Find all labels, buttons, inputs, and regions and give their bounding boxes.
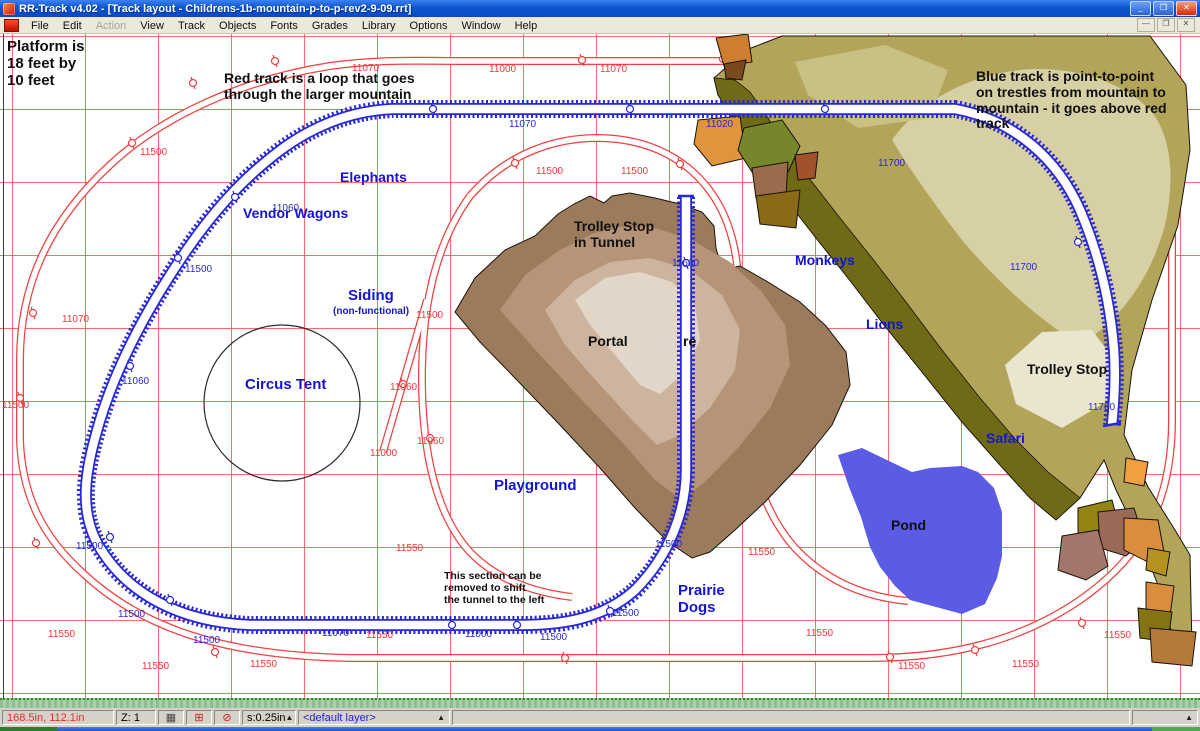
menu-objects[interactable]: Objects: [212, 18, 263, 33]
status-bar: 168.5in, 112.1in Z: 1 ▦ ⊞ ⊘ s:0.25in ▲ <…: [0, 708, 1200, 727]
minimize-button[interactable]: _: [1130, 1, 1151, 16]
menu-file[interactable]: File: [24, 18, 56, 33]
snap-tool-icon: ⊞: [194, 712, 203, 724]
snap-spacing-selector[interactable]: s:0.25in ▲: [242, 710, 296, 725]
mdi-close-button[interactable]: ✕: [1177, 18, 1195, 32]
taskbar-strip: [0, 727, 1200, 731]
mdi-minimize-button[interactable]: —: [1137, 18, 1155, 32]
angle-tool-button[interactable]: ⊘: [214, 710, 240, 725]
layer-name: <default layer>: [303, 712, 376, 724]
close-button[interactable]: ✕: [1176, 1, 1197, 16]
track-tool-icon: ▦: [166, 712, 176, 724]
menu-fonts[interactable]: Fonts: [263, 18, 305, 33]
menu-bar: FileEditActionViewTrackObjectsFontsGrade…: [0, 17, 1200, 34]
layer-spinner-icon[interactable]: ▲: [437, 713, 445, 722]
window-title: RR-Track v4.02 - [Track layout - Childre…: [19, 3, 411, 15]
menu-track[interactable]: Track: [171, 18, 212, 33]
menu-edit[interactable]: Edit: [56, 18, 89, 33]
menu-help[interactable]: Help: [508, 18, 545, 33]
menu-action[interactable]: Action: [89, 18, 134, 33]
track-tool-button[interactable]: ▦: [158, 710, 184, 725]
layout-canvas[interactable]: [0, 34, 1200, 698]
menu-library[interactable]: Library: [355, 18, 403, 33]
menu-options[interactable]: Options: [403, 18, 455, 33]
zoom-level: Z: 1: [116, 710, 156, 725]
small-mountain: [455, 193, 850, 558]
taskbar-start-sliver[interactable]: [0, 727, 57, 731]
layer-selector[interactable]: <default layer> ▲: [298, 710, 450, 725]
canvas-edge-line: [3, 34, 4, 698]
menu-grades[interactable]: Grades: [305, 18, 355, 33]
restore-button[interactable]: ❐: [1153, 1, 1174, 16]
document-icon: [4, 19, 19, 32]
menu-window[interactable]: Window: [454, 18, 507, 33]
menu-view[interactable]: View: [133, 18, 171, 33]
cursor-coordinates: 168.5in, 112.1in: [2, 710, 114, 725]
status-spacer-panel: [452, 710, 1130, 725]
platform-edge-strip: [0, 698, 1200, 708]
snap-tool-button[interactable]: ⊞: [186, 710, 212, 725]
title-bar: RR-Track v4.02 - [Track layout - Childre…: [0, 0, 1200, 17]
app-icon: [3, 3, 15, 15]
menu-items: FileEditActionViewTrackObjectsFontsGrade…: [24, 17, 544, 33]
angle-tool-icon: ⊘: [222, 712, 231, 724]
status-end-arrow-icon: ▲: [1185, 713, 1193, 722]
snap-spacing-value: s:0.25in: [247, 712, 286, 724]
taskbar-middle: [57, 727, 1152, 731]
status-end-panel: ▲: [1132, 710, 1198, 725]
mdi-restore-button[interactable]: ❐: [1157, 18, 1175, 32]
circus-tent-circle: [204, 325, 360, 481]
taskbar-right-sliver: [1152, 727, 1200, 731]
snap-spinner-icon[interactable]: ▲: [286, 713, 294, 722]
